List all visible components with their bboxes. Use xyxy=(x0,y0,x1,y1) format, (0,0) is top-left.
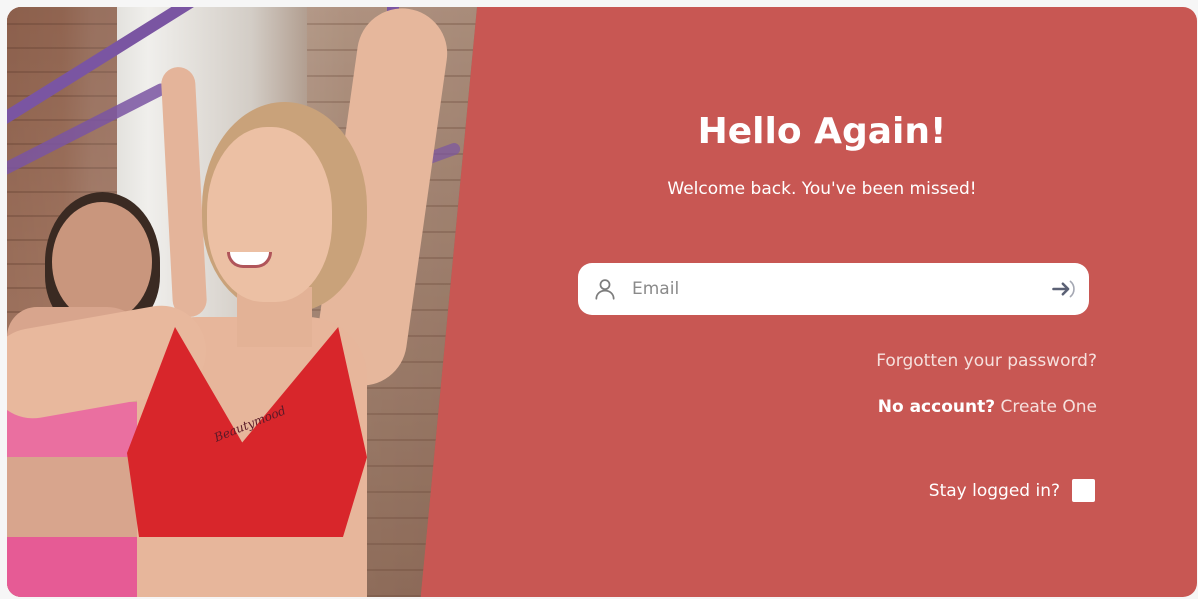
forgot-password-link[interactable]: Forgotten your password? xyxy=(876,351,1097,371)
login-form-panel: Hello Again! Welcome back. You've been m… xyxy=(447,7,1197,597)
arrow-right-icon xyxy=(1052,280,1075,298)
background-person-face xyxy=(52,202,152,322)
raised-arm xyxy=(160,66,208,318)
stay-logged-in-checkbox[interactable] xyxy=(1072,479,1095,502)
page-title: Hello Again! xyxy=(697,111,947,152)
stay-logged-in-label: Stay logged in? xyxy=(928,480,1060,501)
email-input[interactable] xyxy=(632,263,1039,315)
stay-logged-in-row[interactable]: Stay logged in? xyxy=(929,479,1095,502)
no-account-label: No account? xyxy=(877,397,996,417)
page-subtitle: Welcome back. You've been missed! xyxy=(667,179,977,199)
hero-photo: Beautymood xyxy=(7,7,477,597)
submit-button[interactable] xyxy=(1039,263,1089,315)
woman-face xyxy=(207,127,332,302)
create-account-link[interactable]: Create One xyxy=(1000,397,1097,417)
no-account-row: No account? Create One xyxy=(878,397,1097,417)
email-field-container xyxy=(578,263,1089,315)
login-card: Beautymood Hello Again! Welcome back. Yo… xyxy=(7,7,1197,597)
background-person-bottoms xyxy=(7,537,137,597)
user-icon xyxy=(578,276,632,302)
